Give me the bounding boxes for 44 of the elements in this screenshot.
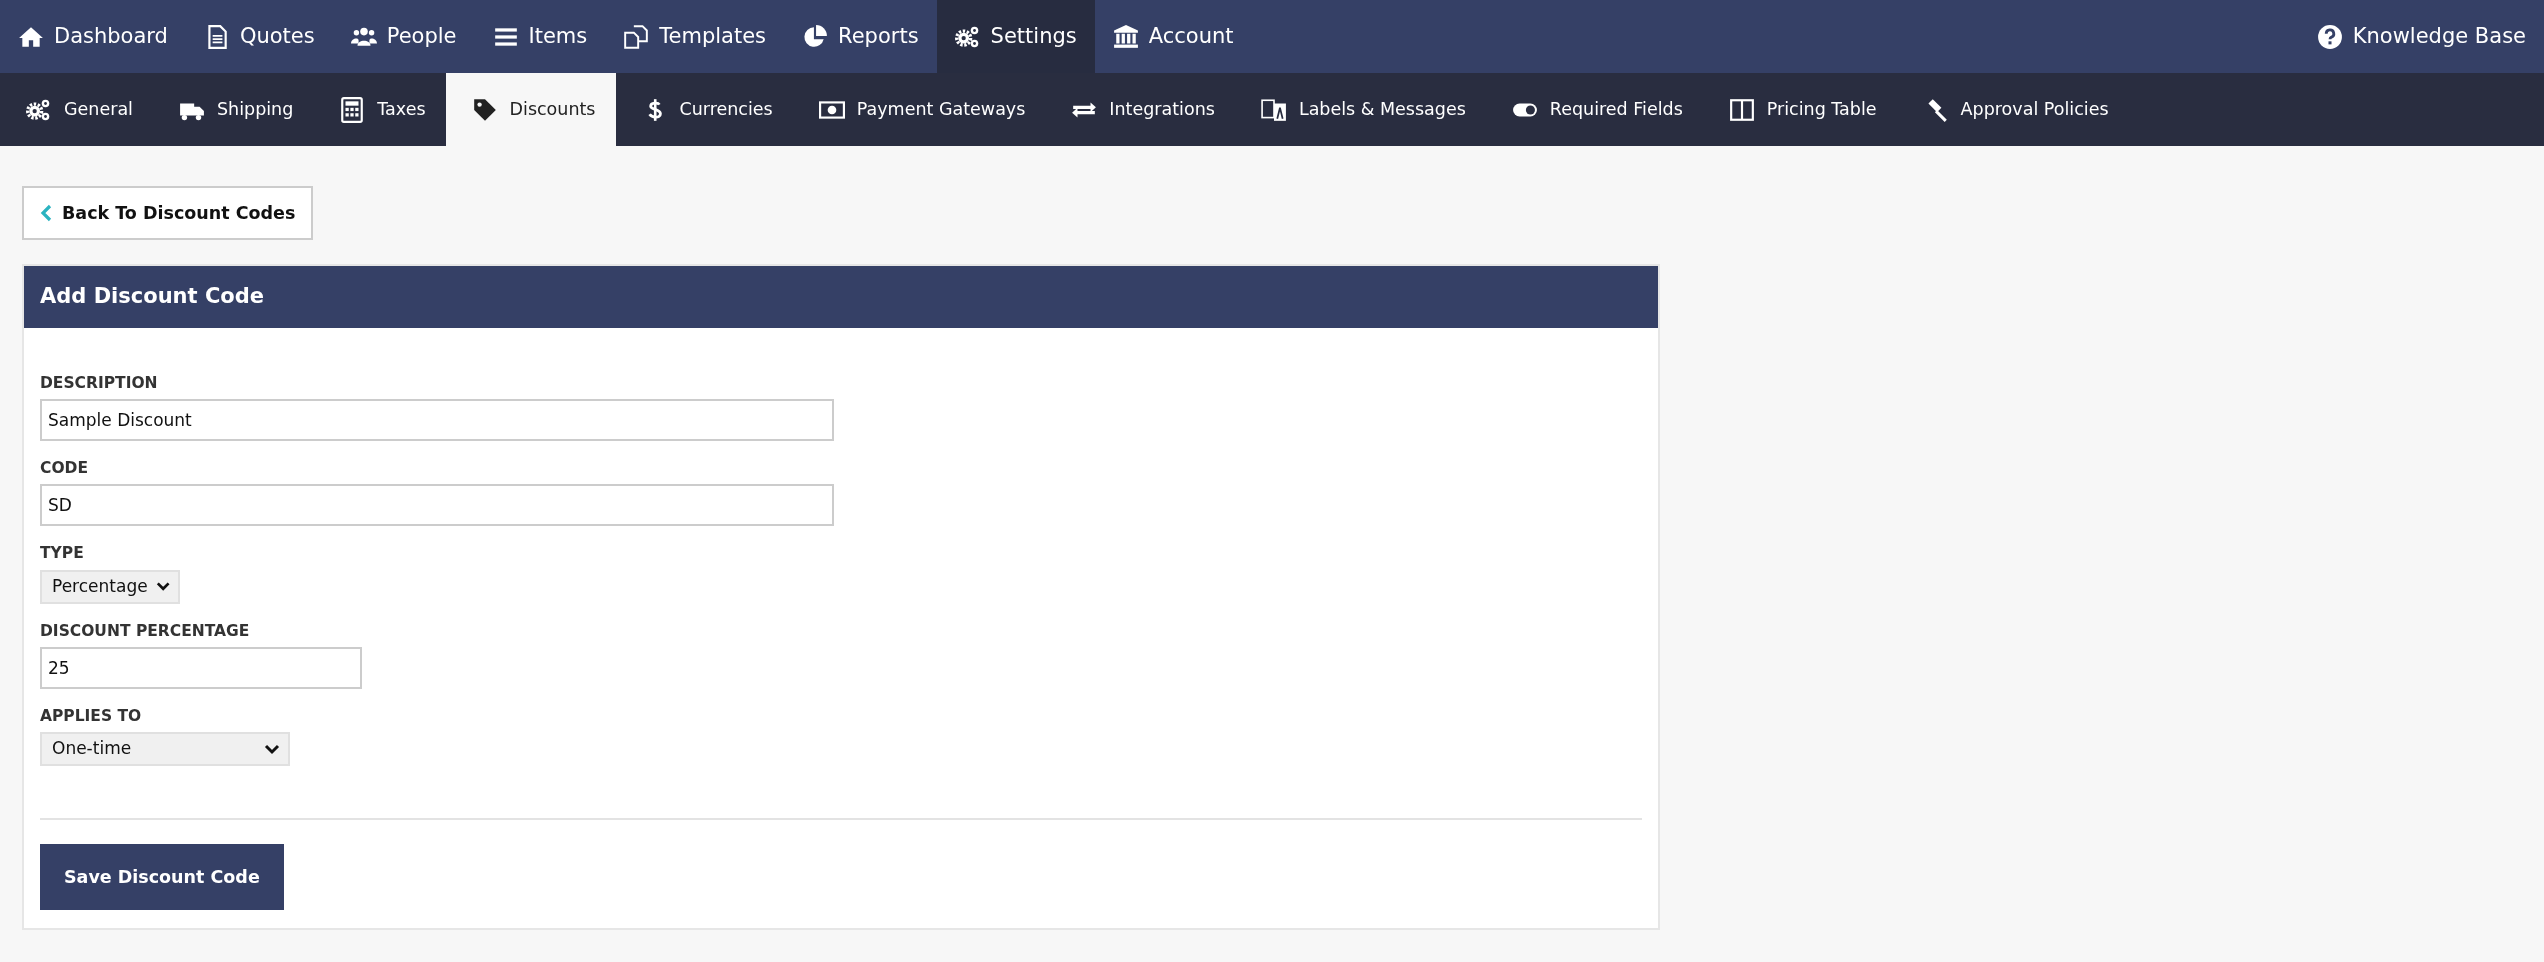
chevron-left-icon: [40, 204, 52, 223]
subnav-tab[interactable]: Approval Policies: [1896, 73, 2129, 146]
subnav-tab[interactable]: Integrations: [1045, 73, 1235, 146]
chevron-down-icon: [155, 581, 170, 592]
translate-icon: [1260, 96, 1287, 123]
chevron-down-icon: [264, 743, 280, 755]
nav-tab[interactable]: Items: [474, 0, 606, 73]
subnav-tab[interactable]: Shipping: [152, 73, 314, 146]
subnav-tab[interactable]: Discounts: [445, 73, 616, 146]
dropdown[interactable]: One-time: [40, 732, 290, 766]
field-label: DESCRIPTION: [40, 372, 159, 394]
subnav-tab[interactable]: Payment Gateways: [792, 73, 1046, 146]
subnav-tab[interactable]: Currencies: [615, 73, 793, 146]
help-icon: [2316, 23, 2343, 50]
text-field[interactable]: Sample Discount: [40, 399, 834, 441]
subnav-tab[interactable]: Taxes: [313, 73, 446, 146]
field-label: APPLIES TO: [40, 705, 143, 727]
text-field[interactable]: 25: [40, 646, 362, 689]
nav-tab[interactable]: Account: [1094, 0, 1252, 73]
save-button[interactable]: Save Discount Code: [40, 844, 284, 911]
calculator-icon: [339, 96, 366, 123]
text-field[interactable]: SD: [40, 484, 834, 527]
pie-chart-icon: [802, 23, 829, 50]
dropdown[interactable]: Percentage: [40, 569, 180, 604]
field-label: TYPE: [40, 543, 85, 565]
back-button[interactable]: Back To Discount Codes: [22, 186, 314, 241]
subnav-tab[interactable]: Pricing Table: [1702, 73, 1897, 146]
panel-title: Add Discount Code: [24, 266, 1658, 328]
nav-tab[interactable]: Templates: [605, 0, 785, 73]
nav-tab[interactable]: Settings: [936, 0, 1095, 73]
nav-tab[interactable]: Reports: [784, 0, 937, 73]
field-label: DISCOUNT PERCENTAGE: [40, 620, 251, 642]
copy-icon: [623, 23, 650, 50]
help-link[interactable]: Knowledge Base: [2298, 0, 2544, 73]
bank-icon: [1112, 23, 1139, 50]
subnav-tab[interactable]: Required Fields: [1485, 73, 1703, 146]
nav-tab[interactable]: Dashboard: [0, 0, 186, 73]
subnav-tab[interactable]: General: [0, 73, 153, 146]
columns-icon: [1728, 96, 1755, 123]
nav-tab[interactable]: Quotes: [185, 0, 333, 73]
tag-icon: [471, 96, 498, 123]
nav-tab[interactable]: People: [332, 0, 475, 73]
field-label: CODE: [40, 458, 89, 479]
subnav-tab[interactable]: Labels & Messages: [1234, 73, 1486, 146]
